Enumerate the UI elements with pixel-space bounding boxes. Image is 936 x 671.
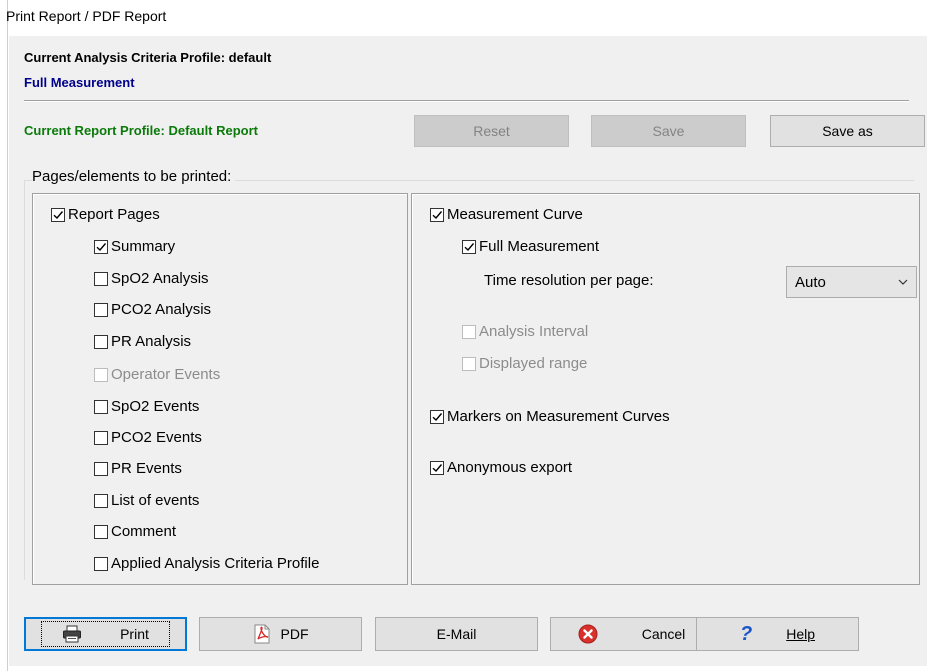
measurement-curve-label: Measurement Curve: [447, 206, 583, 223]
cancel-icon: [578, 624, 598, 644]
checkbox-checked-icon: [462, 239, 476, 254]
checkbox-disabled-icon: [462, 356, 476, 371]
operator-events-label: Operator Events: [111, 366, 221, 383]
window-title: Print Report / PDF Report: [6, 8, 167, 24]
cancel-button[interactable]: Cancel: [550, 617, 713, 651]
cancel-label: Cancel: [641, 626, 686, 642]
print-button[interactable]: Print: [24, 617, 187, 651]
checkbox-unchecked-icon: [94, 430, 108, 445]
analysis-interval-checkbox[interactable]: Analysis Interval: [462, 323, 588, 340]
time-resolution-label: Time resolution per page:: [484, 272, 654, 289]
anonymous-export-label: Anonymous export: [447, 459, 573, 476]
spo2-events-label: SpO2 Events: [111, 398, 200, 415]
print-focus-rect: Print: [41, 621, 170, 647]
help-icon: ?: [739, 622, 753, 645]
pdf-button[interactable]: PDF: [199, 617, 362, 651]
report-profile-label: Current Report Profile: Default Report: [24, 123, 259, 138]
pdf-icon: [253, 624, 271, 644]
checkbox-unchecked-icon: [94, 493, 108, 508]
pco2-analysis-label: PCO2 Analysis: [111, 301, 212, 318]
displayed-range-label: Displayed range: [479, 355, 588, 372]
checkbox-unchecked-icon: [94, 556, 108, 571]
comment-checkbox[interactable]: Comment: [94, 523, 176, 540]
comment-label: Comment: [111, 523, 177, 540]
analysis-interval-label: Analysis Interval: [479, 323, 589, 340]
spo2-analysis-checkbox[interactable]: SpO2 Analysis: [94, 270, 209, 287]
time-resolution-select[interactable]: Auto: [786, 266, 917, 298]
checkbox-checked-icon: [430, 409, 444, 424]
report-pages-panel: [32, 193, 408, 585]
markers-checkbox[interactable]: Markers on Measurement Curves: [430, 408, 670, 425]
email-button[interactable]: E-Mail: [375, 617, 538, 651]
measurement-label: Full Measurement: [24, 75, 135, 90]
analysis-profile-label: Current Analysis Criteria Profile: defau…: [24, 50, 272, 65]
summary-checkbox[interactable]: Summary: [94, 238, 175, 255]
pco2-analysis-checkbox[interactable]: PCO2 Analysis: [94, 301, 211, 318]
help-label: Help: [786, 626, 815, 642]
displayed-range-checkbox[interactable]: Displayed range: [462, 355, 587, 372]
header-separator: [24, 100, 909, 102]
summary-label: Summary: [111, 238, 176, 255]
pco2-events-label: PCO2 Events: [111, 429, 202, 446]
checkbox-checked-icon: [94, 239, 108, 254]
checkbox-checked-icon: [430, 460, 444, 475]
pr-events-checkbox[interactable]: PR Events: [94, 460, 182, 477]
measurement-curve-checkbox[interactable]: Measurement Curve: [430, 206, 583, 223]
pr-analysis-label: PR Analysis: [111, 333, 192, 350]
checkbox-disabled-icon: [462, 324, 476, 339]
reset-button[interactable]: Reset: [414, 115, 569, 147]
help-button[interactable]: ? Help: [696, 617, 859, 651]
applied-analysis-profile-label: Applied Analysis Criteria Profile: [111, 555, 320, 572]
report-pages-label: Report Pages: [68, 206, 160, 223]
pr-events-label: PR Events: [111, 460, 182, 477]
full-measurement-label: Full Measurement: [479, 238, 600, 255]
applied-analysis-profile-checkbox[interactable]: Applied Analysis Criteria Profile: [94, 555, 319, 572]
operator-events-checkbox[interactable]: Operator Events: [94, 366, 220, 383]
pr-analysis-checkbox[interactable]: PR Analysis: [94, 333, 191, 350]
checkbox-unchecked-icon: [94, 461, 108, 476]
save-button[interactable]: Save: [591, 115, 746, 147]
pdf-label: PDF: [280, 626, 309, 642]
full-measurement-checkbox[interactable]: Full Measurement: [462, 238, 599, 255]
markers-label: Markers on Measurement Curves: [447, 408, 670, 425]
checkbox-unchecked-icon: [94, 399, 108, 414]
pages-group-label: Pages/elements to be printed:: [32, 168, 236, 185]
report-pages-checkbox[interactable]: Report Pages: [51, 206, 160, 223]
checkbox-unchecked-icon: [94, 271, 108, 286]
printer-icon: [62, 625, 82, 643]
list-of-events-checkbox[interactable]: List of events: [94, 492, 199, 509]
anonymous-export-checkbox[interactable]: Anonymous export: [430, 459, 572, 476]
time-resolution-value: Auto: [795, 273, 826, 291]
checkbox-unchecked-icon: [94, 524, 108, 539]
checkbox-disabled-icon: [94, 367, 108, 382]
pco2-events-checkbox[interactable]: PCO2 Events: [94, 429, 202, 446]
save-as-button[interactable]: Save as: [770, 115, 925, 147]
chevron-down-icon: [898, 279, 908, 285]
spo2-analysis-label: SpO2 Analysis: [111, 270, 209, 287]
checkbox-unchecked-icon: [94, 334, 108, 349]
checkbox-checked-icon: [51, 207, 65, 222]
window-left-border: [0, 0, 8, 671]
spo2-events-checkbox[interactable]: SpO2 Events: [94, 398, 199, 415]
checkbox-checked-icon: [430, 207, 444, 222]
list-of-events-label: List of events: [111, 492, 200, 509]
print-label: Print: [120, 626, 149, 642]
checkbox-unchecked-icon: [94, 302, 108, 317]
